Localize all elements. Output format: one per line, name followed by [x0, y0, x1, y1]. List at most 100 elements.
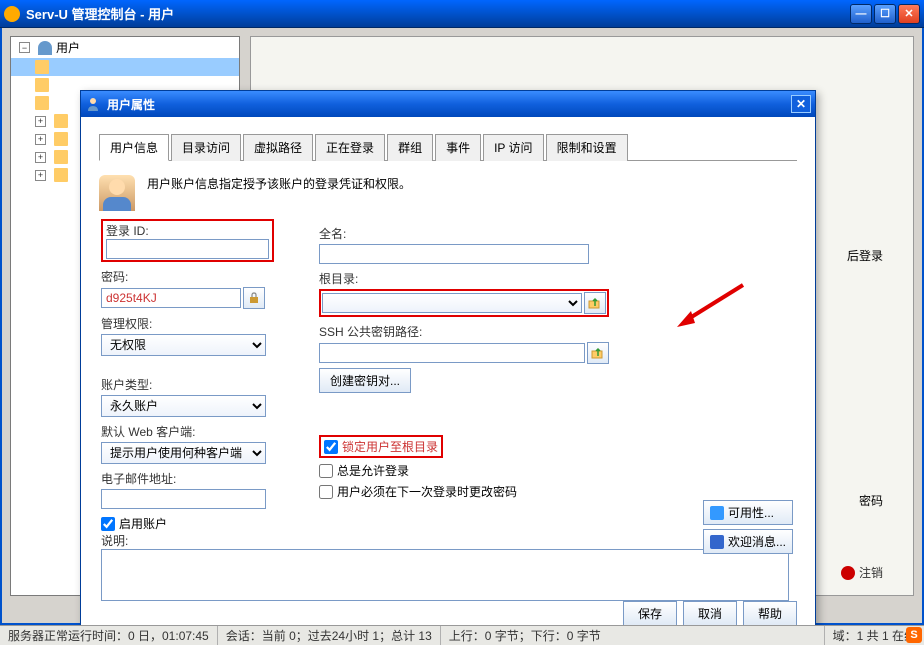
email-label: 电子邮件地址:	[101, 470, 291, 487]
rootdir-group	[319, 289, 609, 317]
availability-button[interactable]: 可用性...	[703, 500, 793, 525]
password-lock-button[interactable]	[243, 287, 265, 309]
status-sessions: 会话：当前 0；过去24小时 1；总计 13	[218, 626, 441, 645]
right-button-group: 可用性... 欢迎消息...	[703, 500, 793, 554]
tab-logging-in[interactable]: 正在登录	[315, 134, 385, 161]
fullname-label: 全名:	[319, 225, 609, 242]
avatar-icon	[99, 175, 135, 211]
welcome-message-button[interactable]: 欢迎消息...	[703, 529, 793, 554]
tab-virtual-path[interactable]: 虚拟路径	[243, 134, 313, 161]
user-icon	[38, 41, 52, 55]
fullname-input[interactable]	[319, 244, 589, 264]
dialog-titlebar[interactable]: 用户属性 ✕	[81, 91, 815, 117]
dialog-button-row: 保存 取消 帮助	[623, 601, 797, 626]
tree-item[interactable]	[11, 58, 239, 76]
always-allow-checkbox-row: 总是允许登录	[319, 462, 609, 479]
logout-button[interactable]: 注销	[841, 564, 883, 581]
expand-icon[interactable]: +	[35, 170, 46, 181]
tab-limits[interactable]: 限制和设置	[546, 134, 628, 161]
tab-directory-access[interactable]: 目录访问	[171, 134, 241, 161]
collapse-icon[interactable]: −	[19, 42, 30, 53]
always-allow-checkbox[interactable]	[319, 464, 333, 478]
description-textarea[interactable]	[101, 549, 789, 601]
user-icon	[85, 96, 101, 112]
ssh-group	[319, 342, 609, 364]
login-suffix-text: 后登录	[847, 247, 883, 264]
folder-icon	[35, 96, 49, 110]
expand-icon[interactable]: +	[35, 152, 46, 163]
lock-icon	[248, 292, 260, 304]
create-keypair-button[interactable]: 创建密钥对...	[319, 368, 411, 393]
tab-user-info[interactable]: 用户信息	[99, 134, 169, 161]
rootdir-browse-button[interactable]	[584, 292, 606, 314]
close-button[interactable]: ✕	[898, 4, 920, 24]
logout-label: 注销	[859, 564, 883, 581]
window-title: Serv-U 管理控制台 - 用户	[26, 4, 850, 23]
folder-up-icon	[591, 346, 605, 360]
login-id-label: 登录 ID:	[106, 224, 149, 238]
enable-account-label: 启用账户	[119, 515, 167, 532]
tab-groups[interactable]: 群组	[387, 134, 433, 161]
account-type-select[interactable]: 永久账户	[101, 395, 266, 417]
ssh-label: SSH 公共密钥路径:	[319, 323, 609, 340]
ssh-input[interactable]	[319, 343, 585, 363]
must-change-checkbox-row: 用户必须在下一次登录时更改密码	[319, 483, 609, 500]
web-client-select[interactable]: 提示用户使用何种客户端	[101, 442, 266, 464]
tab-events[interactable]: 事件	[435, 134, 481, 161]
rootdir-label: 根目录:	[319, 270, 609, 287]
login-id-input[interactable]	[106, 239, 269, 259]
cancel-button[interactable]: 取消	[683, 601, 737, 626]
logout-icon	[841, 566, 855, 580]
tab-ip-access[interactable]: IP 访问	[483, 134, 543, 161]
status-traffic: 上行：0 字节；下行：0 字节	[441, 626, 825, 645]
admin-priv-label: 管理权限:	[101, 315, 291, 332]
password-label: 密码:	[101, 268, 291, 285]
change-password-text: 密码	[859, 492, 883, 509]
status-bar: 服务器正常运行时间：0 日，01:07:45 会话：当前 0；过去24小时 1；…	[0, 625, 924, 645]
expand-icon[interactable]: +	[35, 116, 46, 127]
enable-description-group: 启用账户 说明:	[101, 515, 797, 604]
main-window: Serv-U 管理控制台 - 用户 — ☐ ✕ − 用户 + + + +	[0, 0, 924, 645]
folder-up-icon	[588, 296, 602, 310]
web-client-label: 默认 Web 客户端:	[101, 423, 291, 440]
admin-priv-select[interactable]: 无权限	[101, 334, 266, 356]
always-allow-label: 总是允许登录	[337, 462, 409, 479]
folder-icon	[35, 60, 49, 74]
must-change-checkbox[interactable]	[319, 485, 333, 499]
description-text: 用户账户信息指定授予该账户的登录凭证和权限。	[147, 175, 411, 192]
tree-root-users[interactable]: − 用户	[11, 37, 239, 58]
lock-user-checkbox[interactable]	[324, 440, 338, 454]
welcome-icon	[710, 535, 724, 549]
window-controls: — ☐ ✕	[850, 4, 920, 24]
ime-icon[interactable]: S	[906, 627, 922, 643]
tab-bar: 用户信息 目录访问 虚拟路径 正在登录 群组 事件 IP 访问 限制和设置	[99, 133, 797, 161]
enable-account-checkbox[interactable]	[101, 517, 115, 531]
lock-user-checkbox-row: 锁定用户至根目录	[319, 435, 443, 458]
minimize-button[interactable]: —	[850, 4, 872, 24]
help-button[interactable]: 帮助	[743, 601, 797, 626]
account-type-label: 账户类型:	[101, 376, 291, 393]
folder-icon	[54, 132, 68, 146]
dialog-close-button[interactable]: ✕	[791, 95, 811, 113]
save-button[interactable]: 保存	[623, 601, 677, 626]
ssh-browse-button[interactable]	[587, 342, 609, 364]
folder-icon	[35, 78, 49, 92]
folder-icon	[54, 168, 68, 182]
email-input[interactable]	[101, 489, 266, 509]
left-column: 登录 ID: 密码: 管理权限:	[101, 219, 291, 509]
status-uptime: 服务器正常运行时间：0 日，01:07:45	[0, 626, 218, 645]
password-input[interactable]	[101, 288, 241, 308]
folder-icon	[54, 114, 68, 128]
main-body: − 用户 + + + + 后登录 密码 导 注销	[0, 28, 924, 625]
expand-icon[interactable]: +	[35, 134, 46, 145]
description-row: 用户账户信息指定授予该账户的登录凭证和权限。	[99, 175, 797, 211]
availability-icon	[710, 506, 724, 520]
form-columns: 登录 ID: 密码: 管理权限:	[101, 219, 797, 509]
tree-root-label: 用户	[56, 39, 80, 56]
dialog-title: 用户属性	[107, 96, 791, 113]
maximize-button[interactable]: ☐	[874, 4, 896, 24]
login-id-group: 登录 ID:	[101, 219, 274, 262]
rootdir-select[interactable]	[322, 293, 582, 313]
main-titlebar: Serv-U 管理控制台 - 用户 — ☐ ✕	[0, 0, 924, 28]
password-group	[101, 287, 291, 309]
